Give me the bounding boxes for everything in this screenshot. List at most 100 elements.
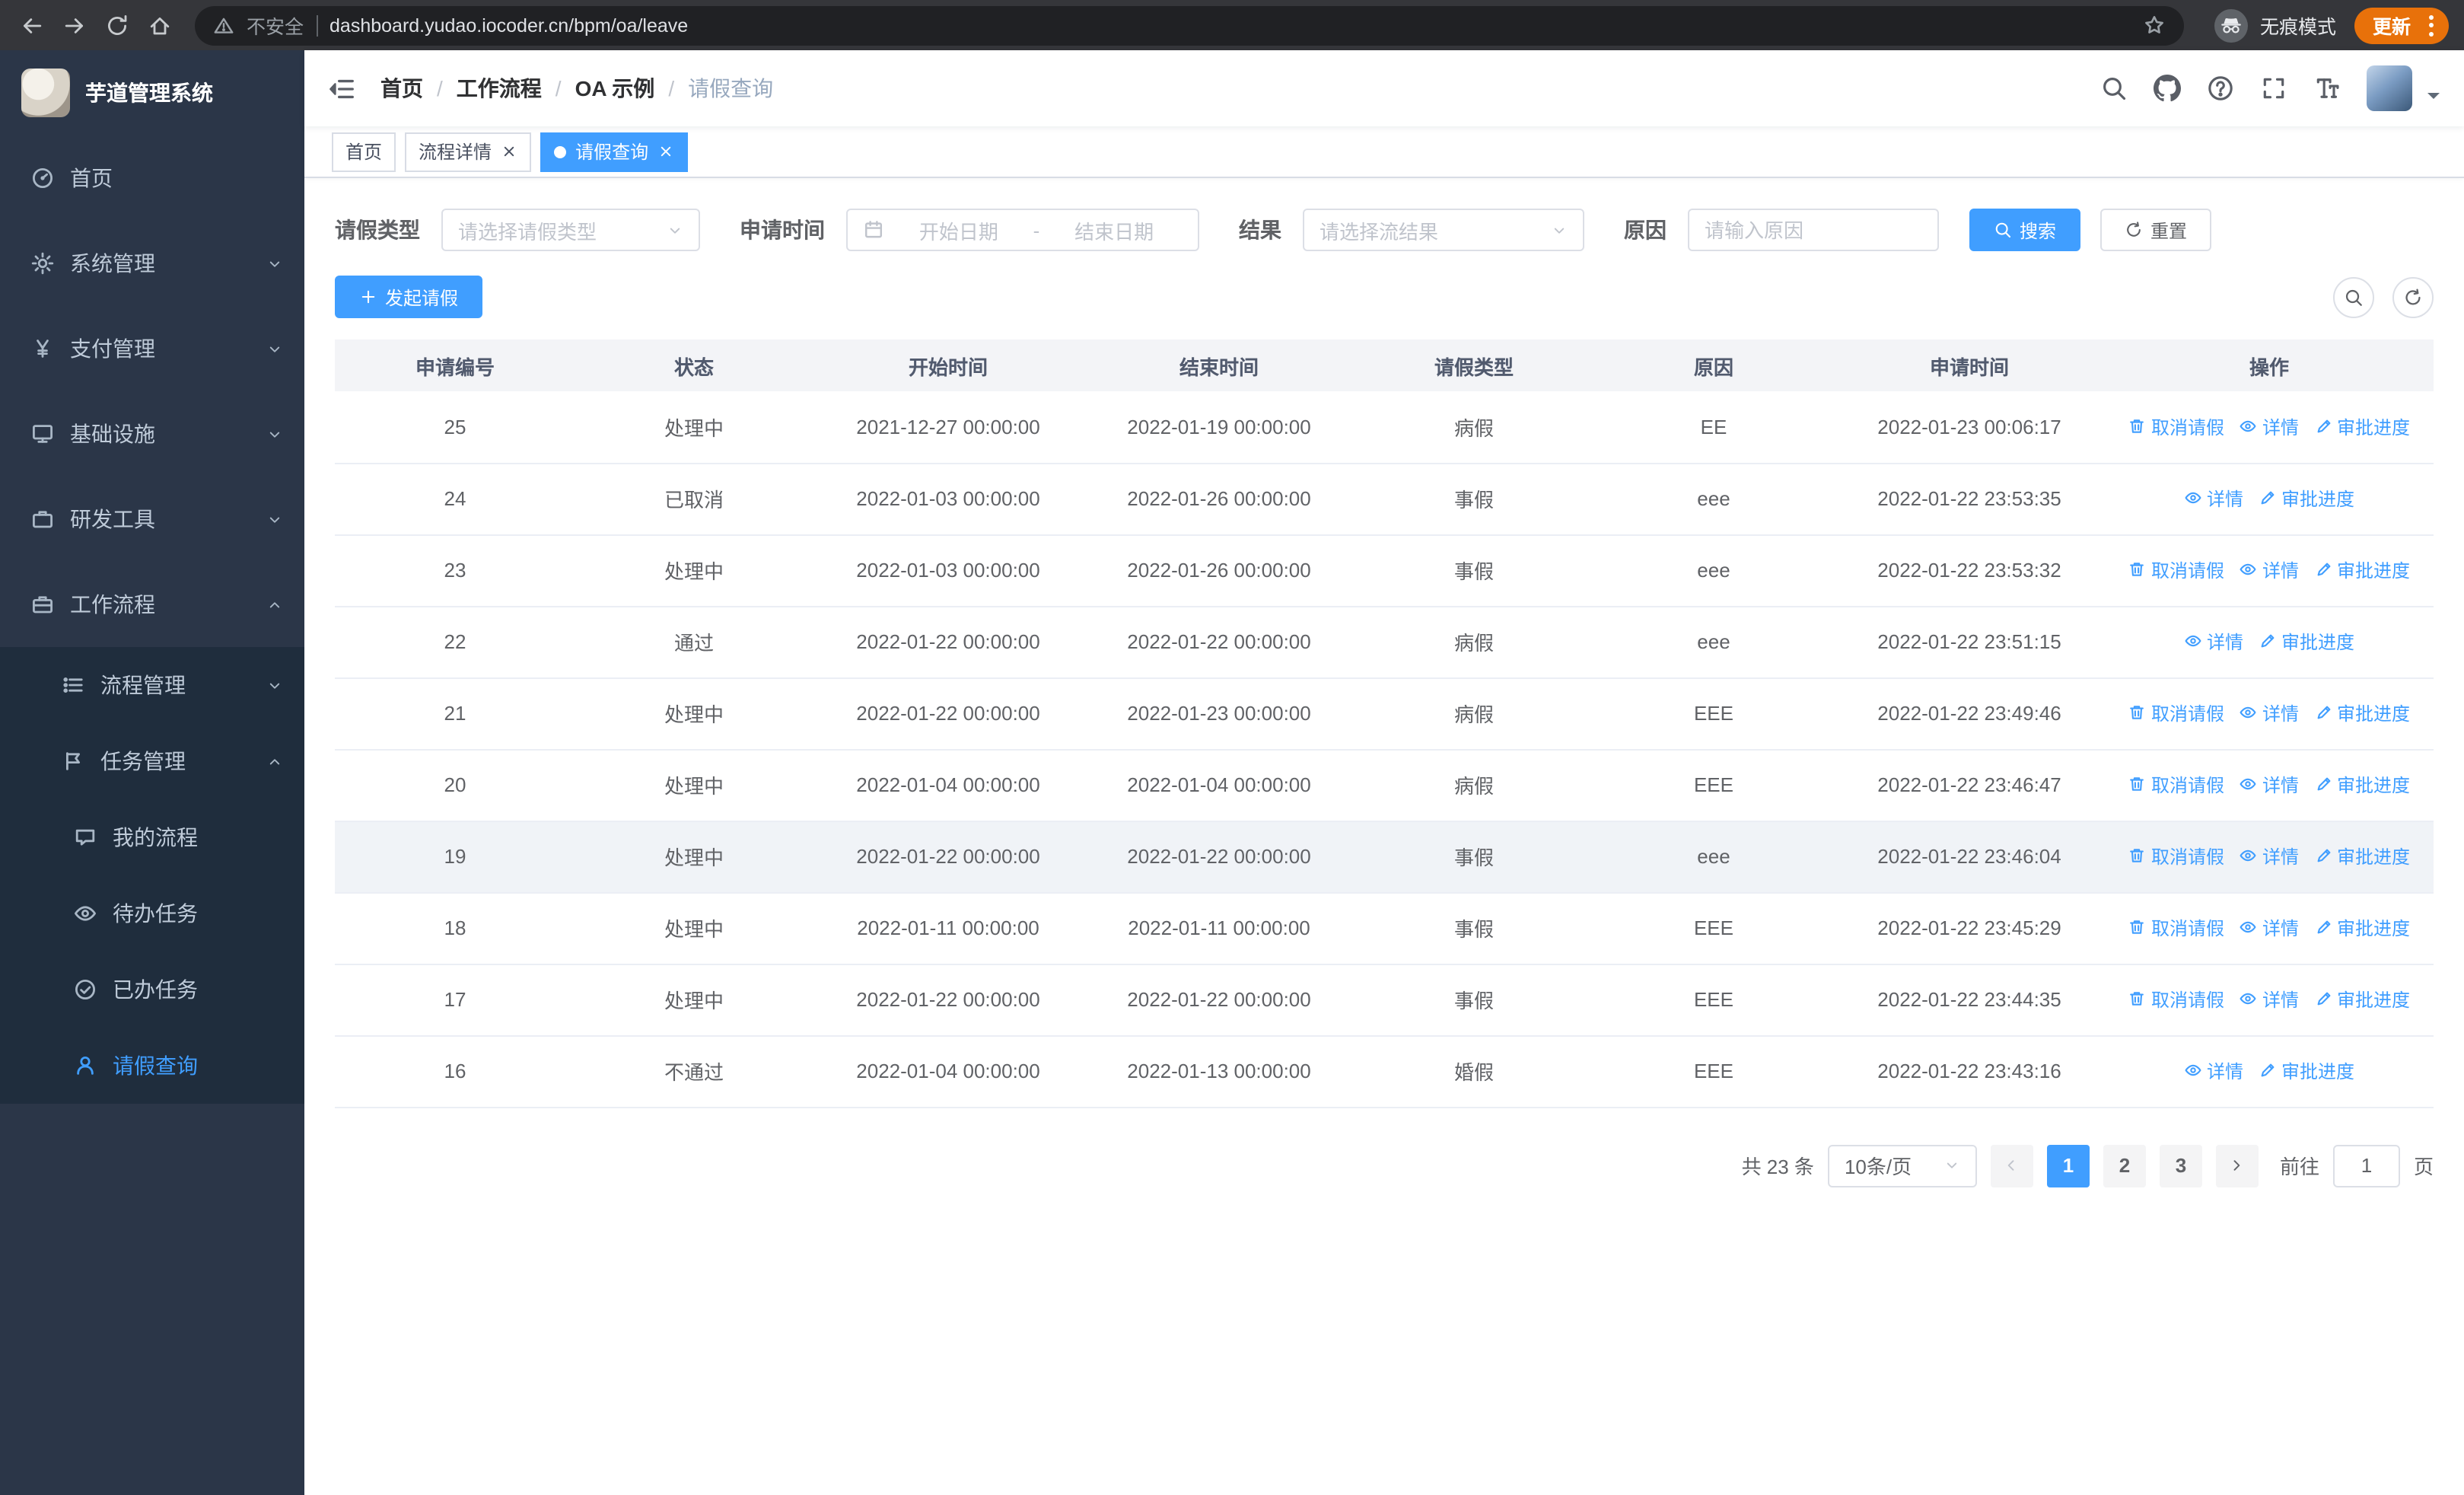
search-icon[interactable] <box>2100 75 2128 102</box>
fullscreen-icon[interactable] <box>2260 75 2287 102</box>
table-row: 23 处理中 2022-01-03 00:00:00 2022-01-26 00:00… <box>335 534 2434 607</box>
hamburger-icon[interactable] <box>327 74 356 103</box>
sidebar-item-9[interactable]: 待办任务 <box>0 875 304 952</box>
action-progress[interactable]: 审批进度 <box>2259 486 2354 512</box>
action-progress[interactable]: 审批进度 <box>2259 1058 2354 1084</box>
chevron-down-icon <box>266 340 283 357</box>
action-cancel[interactable]: 取消请假 <box>2128 772 2224 798</box>
breadcrumb-item[interactable]: 工作流程 <box>457 73 542 104</box>
action-label: 审批进度 <box>2337 989 2411 1011</box>
create-leave-button[interactable]: 发起请假 <box>335 276 483 318</box>
toggle-search-button[interactable] <box>2333 276 2374 317</box>
action-progress[interactable]: 审批进度 <box>2314 915 2410 941</box>
browser-toolbar: 不安全 dashboard.yudao.iocoder.cn/bpm/oa/le… <box>0 0 2464 50</box>
action-label: 审批进度 <box>2337 703 2411 725</box>
leave-type-select[interactable]: 请选择请假类型 <box>441 209 700 251</box>
reason-input[interactable] <box>1688 209 1939 251</box>
tab-2[interactable]: 请假查询 <box>540 132 689 171</box>
action-detail[interactable]: 详情 <box>2240 772 2299 798</box>
eye-icon <box>2240 776 2258 794</box>
browser-menu-dots-icon[interactable] <box>2421 14 2441 36</box>
chevron-right-icon <box>2229 1157 2246 1174</box>
action-cancel[interactable]: 取消请假 <box>2128 843 2224 869</box>
sidebar-item-3[interactable]: 基础设施 <box>0 391 304 477</box>
action-detail[interactable]: 详情 <box>2240 700 2299 726</box>
font-size-icon[interactable] <box>2313 75 2341 102</box>
action-progress[interactable]: 审批进度 <box>2314 772 2410 798</box>
sidebar-item-6[interactable]: 流程管理 <box>0 647 304 723</box>
pen-icon <box>2259 489 2277 508</box>
action-progress[interactable]: 审批进度 <box>2314 843 2410 869</box>
page-button-3[interactable]: 3 <box>2159 1144 2202 1187</box>
reset-button[interactable]: 重置 <box>2100 209 2212 251</box>
leave-table: 申请编号 状态 开始时间 结束时间 请假类型 原因 申请时间 操作 25 处理中 2021-12-… <box>335 339 2434 1108</box>
reset-button-label: 重置 <box>2150 220 2188 241</box>
bookmark-star-icon[interactable] <box>2143 14 2166 37</box>
action-detail[interactable]: 详情 <box>2184 629 2243 655</box>
action-progress[interactable]: 审批进度 <box>2314 987 2410 1012</box>
action-progress[interactable]: 审批进度 <box>2314 557 2410 583</box>
github-icon[interactable] <box>2154 75 2181 102</box>
action-detail[interactable]: 详情 <box>2240 843 2299 869</box>
prev-page-button[interactable] <box>1990 1144 2033 1187</box>
close-icon[interactable] <box>501 143 517 160</box>
sidebar-item-5[interactable]: 工作流程 <box>0 562 304 647</box>
action-cancel[interactable]: 取消请假 <box>2128 987 2224 1012</box>
sidebar-item-8[interactable]: 我的流程 <box>0 799 304 875</box>
action-detail[interactable]: 详情 <box>2184 1058 2243 1084</box>
pen-icon <box>2314 919 2332 937</box>
column-header: 请假类型 <box>1355 339 1593 391</box>
result-select[interactable]: 请选择流结果 <box>1303 209 1584 251</box>
action-detail[interactable]: 详情 <box>2240 987 2299 1012</box>
user-avatar[interactable] <box>2367 65 2412 111</box>
start-date-placeholder: 开始日期 <box>918 220 998 243</box>
page-button-1[interactable]: 1 <box>2046 1144 2090 1187</box>
refresh-table-button[interactable] <box>2392 276 2434 317</box>
breadcrumb-item[interactable]: OA 示例 <box>575 73 655 104</box>
cell-status: 已取消 <box>575 463 813 535</box>
goto-page-input[interactable] <box>2332 1144 2400 1187</box>
action-cancel[interactable]: 取消请假 <box>2128 700 2224 726</box>
next-page-button[interactable] <box>2215 1144 2259 1187</box>
calendar-icon <box>863 219 884 241</box>
apply-time-range-picker[interactable]: 开始日期 - 结束日期 <box>846 209 1199 251</box>
sidebar-item-0[interactable]: 首页 <box>0 135 304 221</box>
action-cancel[interactable]: 取消请假 <box>2128 413 2224 439</box>
update-button[interactable]: 更新 <box>2354 7 2449 43</box>
action-cancel[interactable]: 取消请假 <box>2128 557 2224 583</box>
sidebar-item-11[interactable]: 请假查询 <box>0 1028 304 1104</box>
action-progress[interactable]: 审批进度 <box>2314 700 2410 726</box>
browser-back-icon[interactable] <box>12 5 52 45</box>
browser-reload-icon[interactable] <box>97 5 137 45</box>
sidebar-item-7[interactable]: 任务管理 <box>0 723 304 799</box>
sidebar-item-1[interactable]: 系统管理 <box>0 221 304 306</box>
address-bar[interactable]: 不安全 dashboard.yudao.iocoder.cn/bpm/oa/le… <box>195 5 2184 45</box>
action-progress[interactable]: 审批进度 <box>2259 629 2354 655</box>
browser-home-icon[interactable] <box>140 5 180 45</box>
pagination: 共 23 条 10条/页 123 前往 页 <box>335 1144 2434 1187</box>
sidebar-item-4[interactable]: 研发工具 <box>0 477 304 562</box>
date-range-separator: - <box>1033 218 1040 241</box>
page-content: 请假类型 请选择请假类型 申请时间 开始日期 - 结束日期 结果 请选择流结果 … <box>304 178 2464 1495</box>
avatar-caret-icon <box>2427 93 2440 105</box>
page-button-2[interactable]: 2 <box>2103 1144 2146 1187</box>
tab-0[interactable]: 首页 <box>332 132 396 171</box>
action-detail[interactable]: 详情 <box>2240 413 2299 439</box>
page-size-select[interactable]: 10条/页 <box>1827 1144 1977 1187</box>
help-icon[interactable] <box>2207 75 2234 102</box>
action-progress[interactable]: 审批进度 <box>2314 413 2410 439</box>
browser-forward-icon[interactable] <box>55 5 94 45</box>
action-detail[interactable]: 详情 <box>2184 486 2243 512</box>
tab-1[interactable]: 流程详情 <box>405 132 532 171</box>
search-button[interactable]: 搜索 <box>1969 209 2081 251</box>
column-header: 状态 <box>575 339 813 391</box>
close-icon[interactable] <box>657 143 674 160</box>
gear-icon <box>30 251 55 276</box>
action-cancel[interactable]: 取消请假 <box>2128 915 2224 941</box>
action-detail[interactable]: 详情 <box>2240 557 2299 583</box>
sidebar-item-10[interactable]: 已办任务 <box>0 952 304 1028</box>
sidebar-item-2[interactable]: 支付管理 <box>0 306 304 391</box>
sidebar-item-label: 研发工具 <box>70 507 155 531</box>
breadcrumb-item[interactable]: 首页 <box>380 73 423 104</box>
action-detail[interactable]: 详情 <box>2240 915 2299 941</box>
